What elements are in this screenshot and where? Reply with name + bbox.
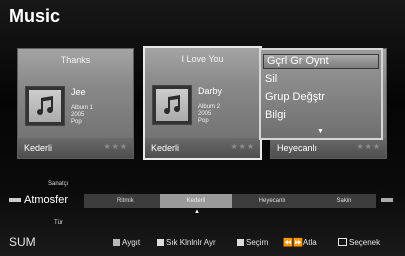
dash-icon: [9, 198, 21, 202]
menu-item-play-selected[interactable]: Gçrl Gr Oynt: [263, 54, 379, 69]
current-category[interactable]: Atmosfer: [24, 194, 68, 206]
music-card-thanks[interactable]: Thanks Jee Album 1 2005 Pop Kederli ★★★: [17, 48, 134, 159]
music-screen: Music Thanks Jee Album 1 2005 Pop Kederli …: [0, 0, 405, 256]
card-footer: Kederli ★★★: [145, 138, 260, 158]
card-footer: Heyecanlı ★★★: [271, 138, 386, 158]
position-marker-icon: ▲: [194, 209, 200, 215]
hint-favorites[interactable]: Sık Klnlnlr Ayr: [157, 238, 216, 247]
sort-label-artist[interactable]: Sanatçı: [48, 181, 68, 187]
card-artist: Darby: [198, 86, 223, 96]
gray-key-icon: [113, 239, 120, 246]
mood-segment-ritmik[interactable]: Ritmik: [84, 194, 154, 208]
hint-device[interactable]: Aygıt: [113, 238, 140, 247]
card-mood: Kederli: [151, 143, 180, 153]
key-icon: [237, 239, 244, 246]
mood-segment-sakin[interactable]: Sakin: [310, 194, 378, 208]
footer-bar: SUM Aygıt Sık Klnlnlr Ayr Seçim ⏪⏩Atla S…: [0, 228, 405, 256]
rating-stars: ★★★: [356, 142, 381, 151]
card-mood: Heyecanlı: [277, 143, 318, 153]
hint-options[interactable]: Seçenek: [338, 238, 380, 247]
scroll-down-icon[interactable]: ▼: [317, 128, 324, 135]
tools-icon: [338, 238, 347, 246]
mood-segment-heyecanli[interactable]: Heyecanlı: [236, 194, 308, 208]
card-mood: Kederli: [24, 143, 53, 153]
key-icon: [157, 239, 164, 246]
mood-segment-kederli[interactable]: Kederli: [160, 194, 232, 208]
menu-item-change-group[interactable]: Grup Değştr: [265, 91, 325, 103]
hint-skip[interactable]: ⏪⏩Atla: [283, 238, 317, 247]
card-meta: Album 2 2005 Pop: [198, 104, 221, 124]
mode-label: SUM: [9, 235, 36, 249]
music-note-icon: [25, 86, 65, 126]
card-title: I Love You: [181, 54, 224, 64]
card-artist: Jee: [71, 87, 86, 97]
music-note-icon: [152, 85, 192, 125]
menu-item-info[interactable]: Bilgi: [265, 109, 286, 121]
options-popup-menu: Gçrl Gr Oynt Sil Grup Değştr Bilgi ▼: [259, 48, 383, 140]
skip-icon: ⏪⏩: [283, 238, 303, 247]
card-meta: Album 1 2005 Pop: [71, 105, 94, 125]
end-dash-icon: [381, 198, 393, 202]
page-title: Music: [9, 6, 61, 26]
rating-stars: ★★★: [230, 142, 255, 151]
hint-select[interactable]: Seçim: [237, 238, 268, 247]
card-title: Thanks: [60, 55, 91, 65]
rating-stars: ★★★: [103, 142, 128, 151]
sort-label-genre[interactable]: Tür: [54, 220, 63, 226]
card-footer: Kederli ★★★: [18, 138, 133, 158]
menu-item-delete[interactable]: Sil: [265, 73, 277, 85]
music-card-i-love-you[interactable]: I Love You Darby Album 2 2005 Pop Kederli …: [143, 46, 262, 160]
